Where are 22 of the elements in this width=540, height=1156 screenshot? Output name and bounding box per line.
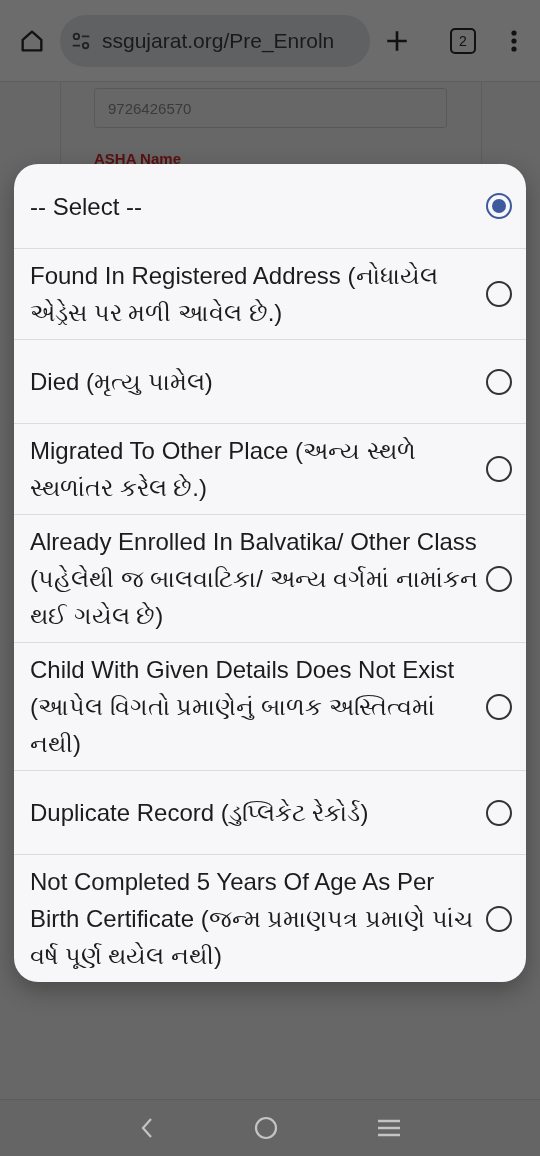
radio-button[interactable]: [486, 281, 512, 307]
recents-icon[interactable]: [376, 1118, 401, 1138]
radio-button[interactable]: [486, 456, 512, 482]
radio-button[interactable]: [486, 905, 512, 932]
url-text: ssgujarat.org/Pre_Enroln: [102, 28, 335, 53]
radio-button[interactable]: [486, 693, 512, 720]
option-item[interactable]: Duplicate Record (ડુપ્લિકેટ રેકોર્ડ): [14, 770, 526, 854]
option-item[interactable]: Already Enrolled In Balvatika/ Other Class (પહેલેથી જ બાલવાટિકા/ અન્ય વર્ગમાં નામાંકન થઈ ગયેલ છે): [14, 514, 526, 642]
radio-button[interactable]: [486, 565, 512, 592]
radio-button[interactable]: [486, 193, 512, 219]
field-label: ASHA Name: [94, 150, 182, 167]
radio-button[interactable]: [486, 368, 512, 395]
tab-count-button[interactable]: 2: [450, 27, 476, 54]
option-item[interactable]: Found In Registered Address (નોધાયેલ એડ્રેસ પર મળી આવેલ છે.): [14, 248, 526, 339]
option-item[interactable]: -- Select --: [14, 164, 526, 248]
radio-button[interactable]: [486, 799, 512, 826]
option-item[interactable]: Migrated To Other Place (અન્ય સ્થળે સ્થળાંતર કરેલ છે.): [14, 423, 526, 514]
option-item[interactable]: Died (મૃત્યુ પામેલ): [14, 339, 526, 423]
option-item[interactable]: Child With Given Details Does Not Exist (આપેલ વિગતો પ્રમાણેનું બાળક અસ્તિત્વમાં નથી): [14, 642, 526, 770]
option-item[interactable]: Not Completed 5 Years Of Age As Per Birth Certificate (જન્મ પ્રમાણપત્ર પ્રમાણે પાંચ વર્ષ પૂર્ણ થયેલ નથી): [14, 854, 526, 982]
home-circle-icon[interactable]: [254, 1116, 278, 1140]
more-icon[interactable]: [510, 28, 518, 53]
